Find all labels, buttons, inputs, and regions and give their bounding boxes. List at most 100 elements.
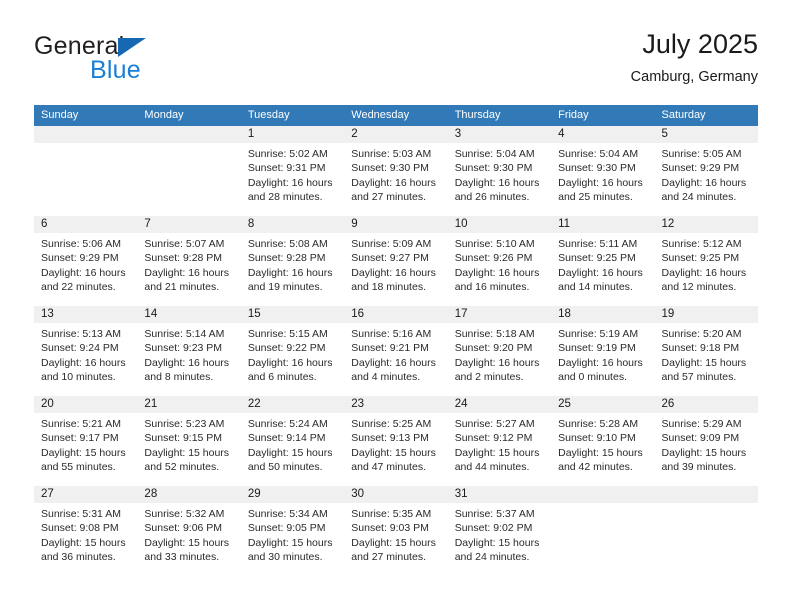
calendar-day-cell[interactable]: 3 Sunrise: 5:04 AM Sunset: 9:30 PM Daylight… [447,126,552,216]
calendar-day-cell[interactable]: 28 Sunrise: 5:32 AM Sunset: 9:06 PM Dayligh… [137,486,241,576]
day-sun-info: Sunrise: 5:29 AM Sunset: 9:09 PM Daylight:… [655,413,758,475]
calendar-day-cell[interactable]: 24 Sunrise: 5:27 AM Sunset: 9:12 PM Dayligh… [447,396,552,486]
calendar-day-cell[interactable]: 13 Sunrise: 5:13 AM Sunset: 9:24 PM Dayligh… [34,306,138,396]
day-sun-info: Sunrise: 5:07 AM Sunset: 9:28 PM Daylight:… [137,233,240,295]
day-info-line: Sunset: 9:12 PM [454,432,533,445]
day-info-line: Sunset: 9:23 PM [144,342,223,355]
calendar-day-cell[interactable]: 18 Sunrise: 5:19 AM Sunset: 9:19 PM Dayligh… [551,306,655,396]
calendar-grid: Sunday Monday Tuesday Wednesday Thursday… [34,105,758,576]
day-info-line: Daylight: 16 hours [247,356,333,369]
calendar-day-cell[interactable]: 20 Sunrise: 5:21 AM Sunset: 9:17 PM Dayligh… [34,396,138,486]
day-number-band: 15 [240,306,345,323]
calendar-weeks: 1 Sunrise: 5:02 AM Sunset: 9:31 PM Daylight… [34,126,758,576]
day-info-line: Daylight: 15 hours [351,536,436,549]
calendar-day-cell[interactable]: 2 Sunrise: 5:03 AM Sunset: 9:30 PM Daylight… [344,126,448,216]
general-blue-logo[interactable]: General Blue [34,32,264,90]
day-sun-info: Sunrise: 5:21 AM Sunset: 9:17 PM Daylight:… [34,413,137,475]
calendar-day-cell[interactable]: 29 Sunrise: 5:34 AM Sunset: 9:05 PM Dayligh… [240,486,345,576]
day-number-band: 8 [240,216,345,233]
day-sun-info [34,143,137,147]
day-info-line: Sunset: 9:30 PM [558,162,636,175]
day-info-line: and 18 minutes. [351,281,426,294]
day-number: 13 [41,308,54,320]
day-number-band: 3 [447,126,552,143]
day-info-line: Daylight: 16 hours [454,356,540,369]
calendar-day-cell[interactable]: 15 Sunrise: 5:15 AM Sunset: 9:22 PM Dayligh… [240,306,345,396]
day-sun-info: Sunrise: 5:16 AM Sunset: 9:21 PM Daylight:… [344,323,447,385]
day-info-line: Sunset: 9:19 PM [558,342,636,355]
day-number: 19 [661,308,675,320]
day-info-line: and 6 minutes. [247,371,317,384]
calendar-day-cell[interactable]: 17 Sunrise: 5:18 AM Sunset: 9:20 PM Dayligh… [447,306,552,396]
day-number-band: 9 [344,216,448,233]
day-number-band: 25 [551,396,655,413]
day-info-line: Sunrise: 5:35 AM [351,508,432,520]
day-sun-info [551,503,654,507]
calendar-day-cell[interactable]: 5 Sunrise: 5:05 AM Sunset: 9:29 PM Daylight… [654,126,758,216]
day-info-line: Daylight: 16 hours [661,266,747,279]
day-number: 18 [558,308,571,320]
day-info-line: Daylight: 16 hours [144,356,230,369]
day-info-line: Sunrise: 5:06 AM [41,238,121,250]
weekday-wednesday: Wednesday [351,109,410,121]
day-number-band: 14 [137,306,241,323]
calendar-day-cell[interactable]: 7 Sunrise: 5:07 AM Sunset: 9:28 PM Daylight… [137,216,241,306]
calendar-day-cell[interactable]: 26 Sunrise: 5:29 AM Sunset: 9:09 PM Dayligh… [654,396,758,486]
calendar-day-cell[interactable]: 25 Sunrise: 5:28 AM Sunset: 9:10 PM Dayligh… [551,396,655,486]
calendar-day-cell[interactable]: 27 Sunrise: 5:31 AM Sunset: 9:08 PM Dayligh… [34,486,138,576]
day-info-line: and 52 minutes. [144,461,220,474]
day-info-line: Sunset: 9:25 PM [558,252,636,265]
day-info-line: and 30 minutes. [247,551,323,564]
calendar-day-cell[interactable]: 19 Sunrise: 5:20 AM Sunset: 9:18 PM Dayligh… [654,306,758,396]
day-sun-info: Sunrise: 5:25 AM Sunset: 9:13 PM Daylight:… [344,413,447,475]
calendar-day-cell[interactable]: 1 Sunrise: 5:02 AM Sunset: 9:31 PM Daylight… [240,126,345,216]
day-info-line: Daylight: 15 hours [144,446,230,459]
calendar-day-cell[interactable]: 8 Sunrise: 5:08 AM Sunset: 9:28 PM Daylight… [240,216,345,306]
day-number: 16 [351,308,365,320]
day-info-line: Sunrise: 5:10 AM [454,238,535,250]
day-info-line: and 27 minutes. [351,191,426,204]
day-number-band: 4 [551,126,655,143]
day-info-line: Daylight: 16 hours [454,176,540,189]
calendar-day-cell[interactable]: 4 Sunrise: 5:04 AM Sunset: 9:30 PM Daylight… [551,126,655,216]
day-info-line: Sunrise: 5:18 AM [454,328,535,340]
day-info-line: Sunrise: 5:07 AM [144,238,225,250]
day-sun-info: Sunrise: 5:23 AM Sunset: 9:15 PM Daylight:… [137,413,240,475]
calendar-day-cell[interactable]: 23 Sunrise: 5:25 AM Sunset: 9:13 PM Dayligh… [344,396,448,486]
calendar-day-cell[interactable]: 10 Sunrise: 5:10 AM Sunset: 9:26 PM Dayligh… [447,216,552,306]
day-number: 29 [247,488,261,500]
day-number-band: 12 [654,216,758,233]
day-info-line: Daylight: 15 hours [247,446,333,459]
day-info-line: and 47 minutes. [351,461,426,474]
day-info-line: Daylight: 16 hours [247,176,333,189]
calendar-day-cell[interactable]: 16 Sunrise: 5:16 AM Sunset: 9:21 PM Dayligh… [344,306,448,396]
calendar-day-cell[interactable]: 12 Sunrise: 5:12 AM Sunset: 9:25 PM Dayligh… [654,216,758,306]
day-sun-info: Sunrise: 5:10 AM Sunset: 9:26 PM Daylight:… [448,233,551,295]
day-number-band: 13 [34,306,138,323]
day-info-line: Daylight: 16 hours [41,356,126,369]
calendar-day-cell[interactable]: 21 Sunrise: 5:23 AM Sunset: 9:15 PM Dayligh… [137,396,241,486]
day-info-line: Sunset: 9:29 PM [661,162,740,175]
day-number: 24 [454,398,468,410]
calendar-day-cell[interactable]: 30 Sunrise: 5:35 AM Sunset: 9:03 PM Dayligh… [344,486,448,576]
day-info-line: Sunrise: 5:34 AM [247,508,328,520]
day-info-line: and 55 minutes. [41,461,116,474]
calendar-day-cell[interactable]: 9 Sunrise: 5:09 AM Sunset: 9:27 PM Daylight… [344,216,448,306]
day-number: 8 [247,218,255,230]
calendar-day-cell[interactable]: 11 Sunrise: 5:11 AM Sunset: 9:25 PM Dayligh… [551,216,655,306]
day-number: 17 [454,308,468,320]
day-number: 4 [558,128,565,140]
calendar-week-row: 20 Sunrise: 5:21 AM Sunset: 9:17 PM Dayligh… [34,396,758,486]
day-info-line: and 14 minutes. [558,281,633,294]
calendar-day-cell[interactable]: 14 Sunrise: 5:14 AM Sunset: 9:23 PM Dayligh… [137,306,241,396]
day-sun-info: Sunrise: 5:27 AM Sunset: 9:12 PM Daylight:… [448,413,551,475]
page-title: July 2025 [642,29,758,59]
calendar-day-cell[interactable]: 6 Sunrise: 5:06 AM Sunset: 9:29 PM Daylight… [34,216,138,306]
calendar-day-cell[interactable]: 31 Sunrise: 5:37 AM Sunset: 9:02 PM Dayligh… [447,486,552,576]
day-number-band: 5 [654,126,758,143]
calendar-day-cell[interactable]: 22 Sunrise: 5:24 AM Sunset: 9:14 PM Dayligh… [240,396,345,486]
day-info-line: and 39 minutes. [661,461,737,474]
day-info-line: Sunset: 9:10 PM [558,432,636,445]
day-number: 2 [351,128,358,140]
day-info-line: Daylight: 16 hours [661,176,747,189]
